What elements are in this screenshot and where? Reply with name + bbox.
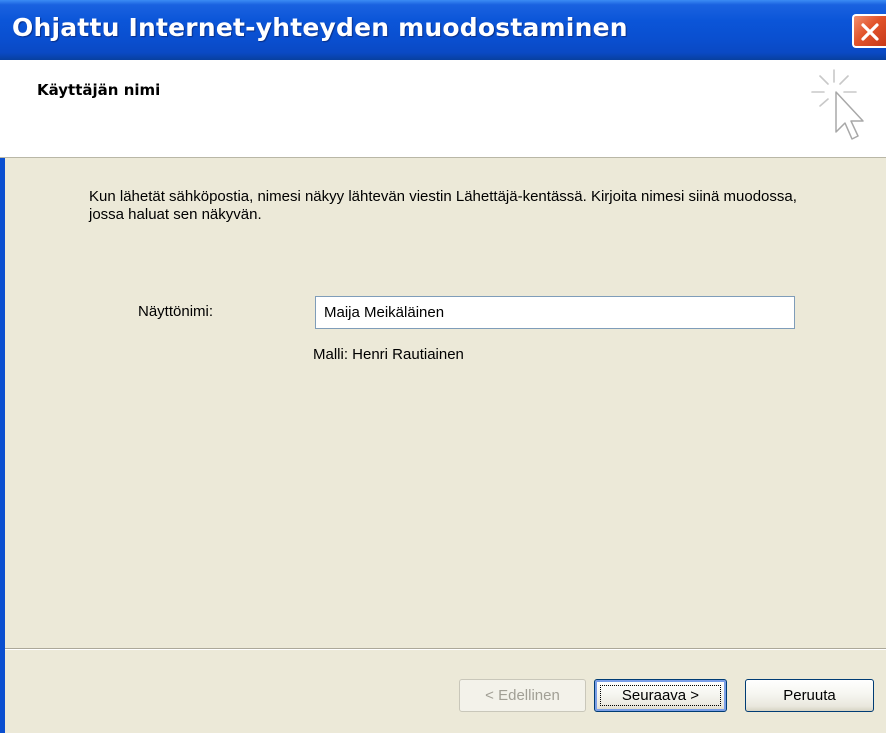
cancel-button-label: Peruuta [783, 687, 836, 704]
window-title: Ohjattu Internet-yhteyden muodostaminen [12, 13, 628, 42]
back-button-label: < Edellinen [485, 687, 560, 704]
close-icon [861, 23, 879, 41]
cancel-button[interactable]: Peruuta [745, 679, 874, 712]
next-button[interactable]: Seuraava > [594, 679, 727, 712]
footer-separator-highlight [5, 649, 886, 650]
example-text: Malli: Henri Rautiainen [313, 346, 464, 363]
wizard-cursor-icon [811, 69, 864, 140]
description-text: Kun lähetät sähköpostia, nimesi näkyy lä… [89, 188, 797, 223]
display-name-input[interactable] [315, 296, 795, 329]
title-bar[interactable]: Ohjattu Internet-yhteyden muodostaminen [0, 0, 886, 60]
wizard-content: Kun lähetät sähköpostia, nimesi näkyy lä… [5, 158, 886, 733]
wizard-header: Käyttäjän nimi [0, 60, 886, 158]
display-name-label: Näyttönimi: [138, 303, 214, 320]
close-button[interactable] [852, 14, 886, 48]
page-title: Käyttäjän nimi [37, 81, 161, 99]
next-button-label: Seuraava > [621, 687, 700, 704]
wizard-window: Ohjattu Internet-yhteyden muodostaminen … [0, 0, 886, 733]
back-button[interactable]: < Edellinen [459, 679, 586, 712]
